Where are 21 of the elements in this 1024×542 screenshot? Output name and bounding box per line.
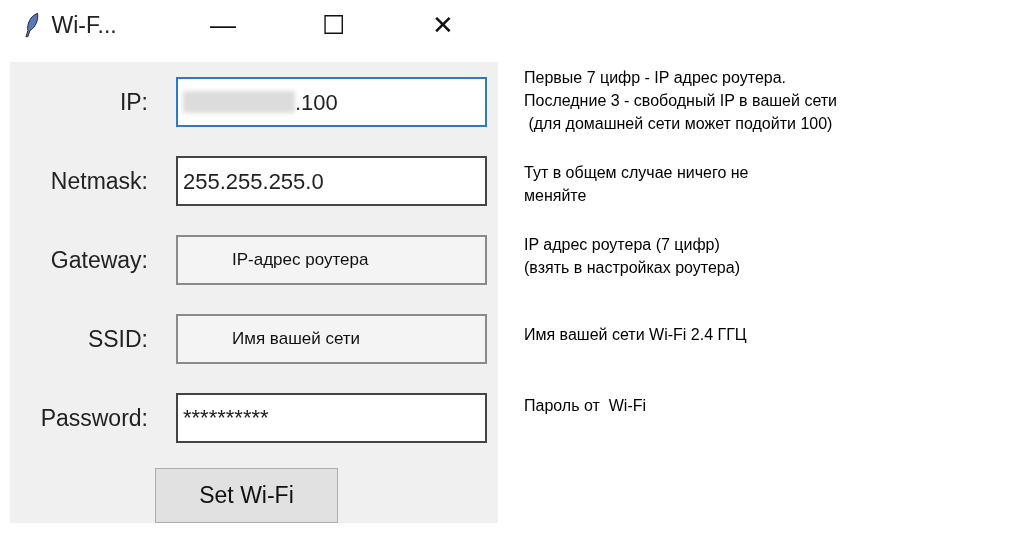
field-label: Password:: [39, 403, 148, 433]
set-wifi-button[interactable]: Set Wi-Fi: [155, 468, 338, 523]
feather-icon: [24, 12, 40, 38]
field-label: IP:: [118, 87, 148, 117]
field-label: SSID:: [86, 324, 148, 354]
input-field[interactable]: .100: [176, 77, 487, 127]
window-title: Wi-F...: [51, 10, 118, 40]
input-field[interactable]: IP-адрес роутера: [176, 235, 487, 285]
hint-text: IP адрес роутера (7 цифр) (взять в настройках роутера): [524, 235, 741, 278]
input-field[interactable]: 255.255.255.0: [176, 156, 487, 206]
field-label: Netmask:: [49, 166, 148, 196]
input-field[interactable]: Имя вашей сети: [176, 314, 487, 364]
hint-text: Пароль от Wi-Fi: [524, 396, 648, 416]
field-label: Gateway:: [49, 245, 148, 275]
maximize-button[interactable]: ☐: [278, 5, 388, 45]
input-field[interactable]: **********: [176, 393, 487, 443]
hint-text: Первые 7 цифр - IP адрес роутера. Последние 3 - свободный IP в вашей сети (для домашней сети может подойти 100): [524, 68, 838, 134]
hint-text: Имя вашей сети Wi-Fi 2.4 ГГЦ: [524, 325, 748, 345]
hint-text: Тут в общем случае ничего не меняйте: [524, 163, 750, 206]
minimize-button[interactable]: —: [168, 5, 278, 45]
close-button[interactable]: ✕: [388, 5, 498, 45]
